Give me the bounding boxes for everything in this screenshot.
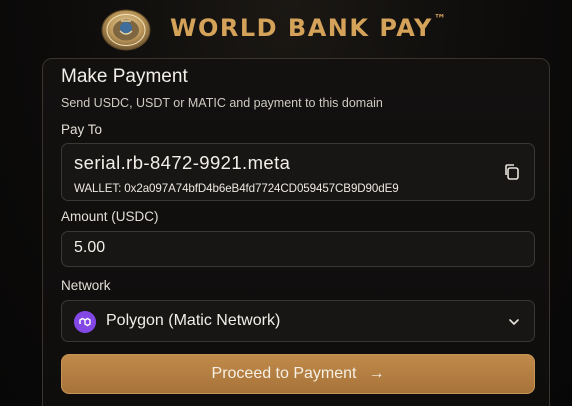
card-subtitle: Send USDC, USDT or MATIC and payment to …	[61, 96, 383, 110]
header: WORLD BANK PAY™	[0, 0, 572, 58]
amount-input[interactable]: 5.00	[61, 231, 535, 267]
pay-to-domain: serial.rb-8472-9921.meta	[74, 152, 291, 173]
polygon-icon	[74, 311, 96, 333]
wallet-address: WALLET: 0x2a097A74bfD4b6eB4fd7724CD05945…	[74, 182, 399, 195]
amount-value: 5.00	[74, 239, 106, 256]
chevron-down-icon[interactable]	[506, 314, 522, 330]
network-selected-value: Polygon (Matic Network)	[106, 312, 281, 329]
card-title: Make Payment	[61, 66, 188, 87]
amount-label: Amount (USDC)	[61, 209, 159, 224]
payment-card: Make Payment Send USDC, USDT or MATIC an…	[42, 58, 550, 406]
world-bank-seal-icon	[101, 9, 151, 51]
pay-to-label: Pay To	[61, 122, 103, 137]
arrow-right-icon: →	[368, 365, 385, 382]
copy-icon[interactable]	[502, 162, 522, 182]
proceed-button-label: Proceed to Payment →	[211, 365, 385, 382]
proceed-to-payment-button[interactable]: Proceed to Payment →	[61, 354, 535, 394]
network-select[interactable]: Polygon (Matic Network)	[61, 300, 535, 342]
payment-page: WORLD BANK PAY™ Make Payment Send USDC, …	[0, 0, 572, 406]
network-label: Network	[61, 278, 111, 293]
pay-to-field: serial.rb-8472-9921.meta WALLET: 0x2a097…	[61, 143, 535, 201]
brand-title: WORLD BANK PAY™	[170, 12, 448, 42]
